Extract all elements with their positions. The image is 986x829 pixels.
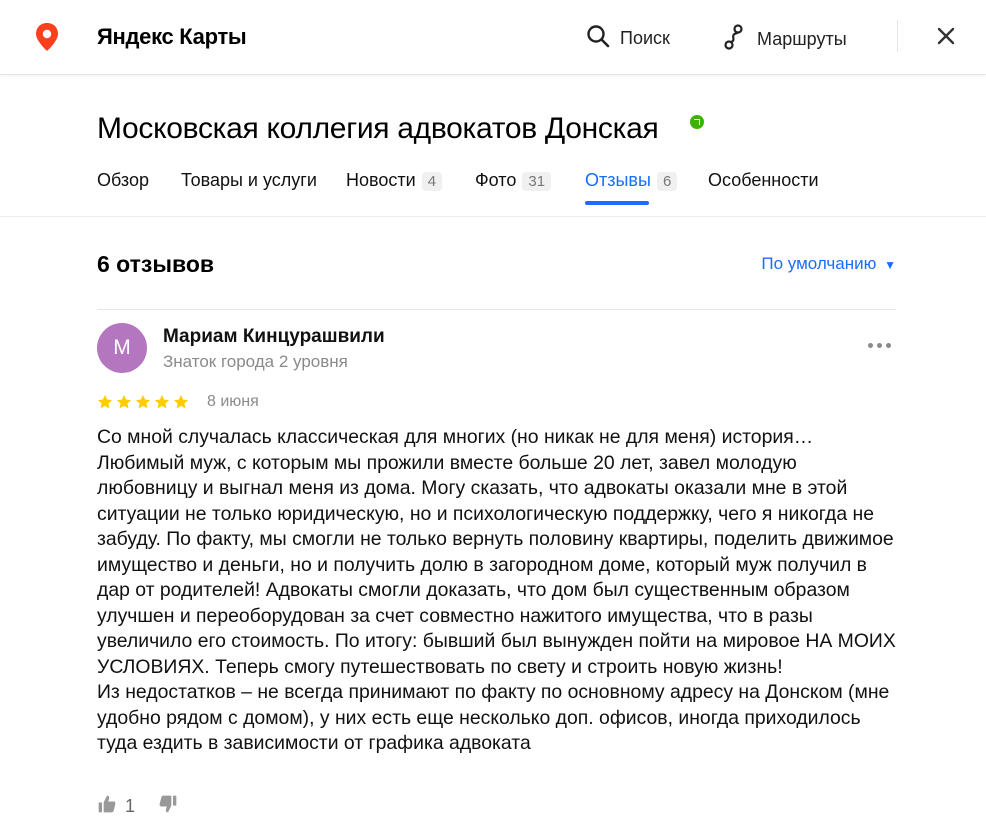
tab-label: Новости (346, 170, 416, 190)
tab-label: Отзывы (585, 170, 651, 190)
search-button[interactable]: Поиск (586, 24, 670, 53)
routes-button[interactable]: Маршруты (723, 24, 847, 55)
review-author[interactable]: Мариам Кинцурашвили (163, 326, 385, 348)
tab-count: 31 (522, 172, 552, 191)
routes-icon (723, 24, 747, 55)
top-bar: Яндекс Карты Поиск Маршруты (0, 0, 986, 75)
tab-photos[interactable]: Фото 31 (475, 170, 552, 191)
tab-count: 6 (656, 172, 678, 191)
sort-dropdown[interactable]: По умолчанию ▼ (761, 254, 896, 274)
tab-label: Товары и услуги (181, 170, 317, 190)
tab-label: Фото (475, 170, 517, 190)
review-text: Со мной случалась классическая для многи… (97, 426, 896, 754)
routes-label: Маршруты (757, 29, 847, 49)
thumbs-up-icon (97, 794, 117, 819)
more-options-icon[interactable] (868, 340, 896, 350)
like-button[interactable]: 1 (97, 794, 135, 819)
tab-news[interactable]: Новости 4 (346, 170, 443, 191)
tab-overview[interactable]: Обзор (97, 170, 149, 191)
active-tab-indicator (585, 201, 649, 205)
tab-goods-services[interactable]: Товары и услуги (181, 170, 317, 191)
reviews-divider (97, 309, 896, 310)
tab-label: Особенности (708, 170, 819, 190)
star-icon (135, 395, 151, 409)
header-divider (897, 20, 898, 52)
star-icon (97, 395, 113, 409)
tab-count: 4 (421, 172, 443, 191)
avatar[interactable]: М (97, 323, 147, 373)
reviews-count-heading: 6 отзывов (97, 251, 215, 277)
tabs-divider (0, 216, 986, 217)
organization-title: Московская коллегия адвокатов Донская (97, 112, 659, 145)
map-pin-icon[interactable] (34, 22, 60, 57)
caret-down-icon: ▼ (884, 258, 896, 272)
like-count: 1 (125, 796, 136, 816)
star-icon (173, 395, 189, 409)
brand-logo[interactable]: Яндекс Карты (97, 24, 247, 50)
star-icon (116, 395, 132, 409)
star-icon (154, 395, 170, 409)
sort-label: По умолчанию (761, 254, 877, 273)
rating-stars (97, 394, 189, 410)
tab-label: Обзор (97, 170, 149, 190)
search-label: Поиск (620, 28, 670, 48)
tab-reviews[interactable]: Отзывы 6 (585, 170, 678, 191)
tab-features[interactable]: Особенности (708, 170, 819, 191)
thumbs-down-icon[interactable] (158, 794, 178, 819)
review-date: 8 июня (207, 393, 259, 410)
author-level: Знаток города 2 уровня (163, 352, 348, 371)
verified-badge-icon (690, 115, 704, 129)
close-icon[interactable] (934, 24, 958, 53)
search-icon (586, 24, 610, 53)
